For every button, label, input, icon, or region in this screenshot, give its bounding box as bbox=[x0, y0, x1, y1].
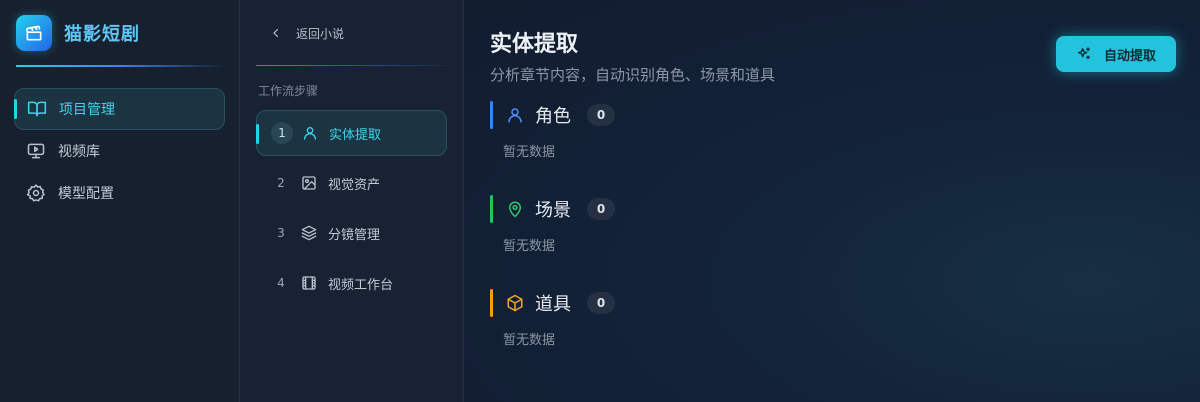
brand[interactable]: 猫影短剧 bbox=[0, 0, 239, 66]
auto-extract-button[interactable]: 自动提取 bbox=[1056, 36, 1176, 72]
section-header: 道具 0 bbox=[490, 289, 1200, 317]
sidebar-item-label: 模型配置 bbox=[58, 186, 114, 202]
back-label: 返回小说 bbox=[296, 26, 345, 41]
section-title: 场景 bbox=[535, 200, 571, 221]
monitor-play-icon bbox=[26, 141, 46, 161]
step-number: 2 bbox=[277, 176, 285, 190]
step-label: 分镜管理 bbox=[328, 227, 381, 243]
section-accent-bar bbox=[490, 101, 493, 129]
step-label: 实体提取 bbox=[329, 127, 382, 143]
step-video-workbench[interactable]: 4 视频工作台 bbox=[256, 260, 447, 306]
user-icon bbox=[505, 105, 525, 125]
film-icon bbox=[300, 274, 318, 292]
sidebar: 猫影短剧 项目管理 视频库 模型配置 bbox=[0, 0, 240, 402]
step-number: 3 bbox=[277, 226, 285, 240]
section-scenes: 场景 0 暂无数据 bbox=[490, 195, 1200, 255]
box-icon bbox=[505, 293, 525, 313]
workflow-divider bbox=[256, 65, 446, 66]
book-open-icon bbox=[27, 99, 47, 119]
gear-icon bbox=[26, 183, 46, 203]
step-number: 4 bbox=[277, 276, 285, 290]
image-icon bbox=[300, 174, 318, 192]
section-props: 道具 0 暂无数据 bbox=[490, 289, 1200, 349]
section-header: 角色 0 bbox=[490, 101, 1200, 129]
brand-name: 猫影短剧 bbox=[64, 24, 140, 45]
workflow-steps: 1 实体提取 2 视觉资产 3 分镜管理 4 视频工作台 bbox=[240, 110, 463, 306]
sidebar-item-label: 视频库 bbox=[58, 144, 100, 160]
sidebar-nav: 项目管理 视频库 模型配置 bbox=[0, 66, 239, 214]
empty-state: 暂无数据 bbox=[503, 145, 556, 160]
map-pin-icon bbox=[505, 199, 525, 219]
step-visual-assets[interactable]: 2 视觉资产 bbox=[256, 160, 447, 206]
clapperboard-icon bbox=[16, 15, 52, 51]
step-storyboard[interactable]: 3 分镜管理 bbox=[256, 210, 447, 256]
step-number: 1 bbox=[271, 122, 293, 144]
sparkles-icon bbox=[1076, 46, 1092, 62]
count-badge: 0 bbox=[587, 104, 615, 126]
sidebar-item-video-library[interactable]: 视频库 bbox=[14, 130, 225, 172]
step-label: 视觉资产 bbox=[328, 177, 381, 193]
chevron-left-icon bbox=[270, 27, 282, 39]
sidebar-item-model-config[interactable]: 模型配置 bbox=[14, 172, 225, 214]
workflow-title: 工作流步骤 bbox=[258, 84, 319, 98]
user-icon bbox=[301, 124, 319, 142]
back-to-novel-button[interactable]: 返回小说 bbox=[240, 0, 463, 66]
sidebar-item-projects[interactable]: 项目管理 bbox=[14, 88, 225, 130]
sidebar-item-label: 项目管理 bbox=[59, 102, 115, 118]
count-badge: 0 bbox=[587, 292, 615, 314]
auto-extract-label: 自动提取 bbox=[1103, 48, 1156, 64]
main-content: 实体提取 分析章节内容，自动识别角色、场景和道具 自动提取 角色 0 暂无数据 … bbox=[464, 0, 1200, 402]
section-characters: 角色 0 暂无数据 bbox=[490, 101, 1200, 161]
section-title: 角色 bbox=[535, 106, 571, 127]
section-accent-bar bbox=[490, 289, 493, 317]
section-header: 场景 0 bbox=[490, 195, 1200, 223]
step-label: 视频工作台 bbox=[328, 277, 394, 293]
step-entity-extraction[interactable]: 1 实体提取 bbox=[256, 110, 447, 156]
brand-divider bbox=[16, 65, 224, 67]
count-badge: 0 bbox=[587, 198, 615, 220]
empty-state: 暂无数据 bbox=[503, 239, 556, 254]
workflow-panel: 返回小说 工作流步骤 1 实体提取 2 视觉资产 3 分镜管理 4 视频工作台 bbox=[240, 0, 464, 402]
section-title: 道具 bbox=[535, 294, 571, 315]
layers-icon bbox=[300, 224, 318, 242]
empty-state: 暂无数据 bbox=[503, 333, 556, 348]
app-root: 猫影短剧 项目管理 视频库 模型配置 返回小说 工作流步骤 1 实体提取 2 视… bbox=[0, 0, 1200, 402]
section-accent-bar bbox=[490, 195, 493, 223]
